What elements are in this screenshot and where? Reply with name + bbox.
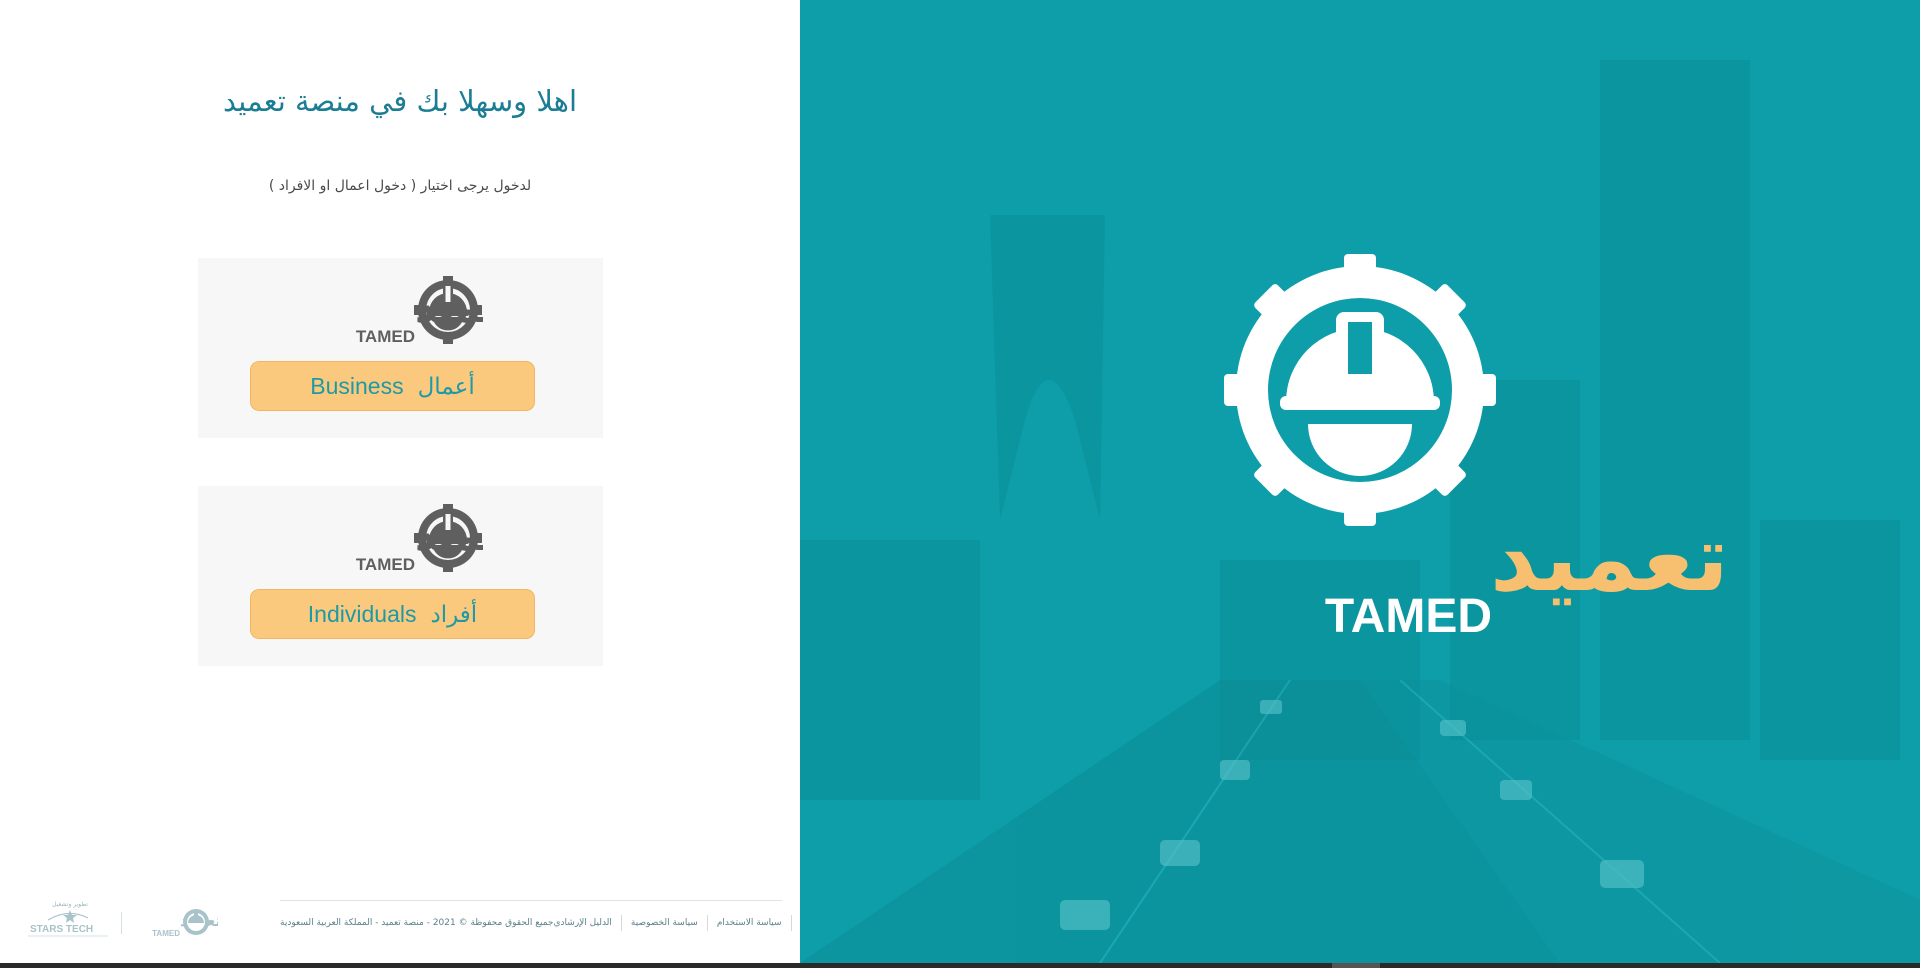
business-login-button[interactable]: Business أعمال bbox=[250, 361, 535, 411]
hero-english-brand: TAMED bbox=[1325, 590, 1492, 643]
footer-links: سياسة الاستخدام سياسة الخصوصية الدليل ال… bbox=[554, 915, 792, 931]
footer-separator bbox=[706, 915, 708, 931]
stars-tech-logo: STARS TECH bbox=[28, 910, 108, 937]
tamed-logo: تعميد TAMED bbox=[356, 276, 483, 346]
logo-arabic-text: تعميد bbox=[415, 514, 483, 560]
user-guide-link[interactable]: الدليل الإرشادي bbox=[554, 918, 612, 928]
developer-tagline: تطوير وتشغيل bbox=[52, 901, 88, 908]
horizontal-scrollbar[interactable] bbox=[0, 963, 1920, 968]
tamed-logo: تعميد TAMED bbox=[356, 504, 483, 574]
privacy-policy-link[interactable]: سياسة الخصوصية bbox=[631, 918, 698, 928]
welcome-title: اهلا وسهلا بك في منصة تعميد bbox=[222, 84, 578, 118]
footer-separator bbox=[620, 915, 622, 931]
hero-arabic-brand: تعميد bbox=[1490, 505, 1729, 612]
left-panel: اهلا وسهلا بك في منصة تعميد لدخول يرجى ا… bbox=[0, 0, 800, 963]
tamed-footer-logo: تعميد TAMED bbox=[152, 909, 218, 938]
individuals-arabic-label: أفراد bbox=[430, 600, 478, 627]
individuals-login-button[interactable]: Individuals أفراد bbox=[250, 589, 535, 639]
individuals-english-label: Individuals bbox=[307, 600, 417, 627]
logo-arabic-text: تعميد bbox=[415, 286, 483, 332]
footer: جميع الحقوق محفوظة © 2021 - منصة تعميد -… bbox=[280, 913, 792, 933]
usage-policy-link[interactable]: سياسة الاستخدام bbox=[717, 918, 782, 928]
business-login-card[interactable]: تعميد TAMED Business أعمال bbox=[198, 258, 603, 438]
hero-panel: تعميد TAMED bbox=[800, 0, 1920, 963]
logo-english-text: TAMED bbox=[356, 555, 415, 574]
business-arabic-label: أعمال bbox=[417, 372, 475, 399]
footer-separator bbox=[790, 915, 792, 931]
scrollbar-thumb[interactable] bbox=[1332, 963, 1380, 968]
footer-divider bbox=[280, 900, 782, 901]
business-english-label: Business bbox=[310, 372, 404, 399]
individuals-login-card[interactable]: تعميد TAMED Individuals أفراد bbox=[198, 486, 603, 666]
developer-name: STARS TECH bbox=[30, 924, 93, 935]
footer-logos: تطوير وتشغيل STARS TECH تعميد TAMED bbox=[28, 901, 218, 938]
login-instruction: لدخول يرجى اختيار ( دخول اعمال او الافرا… bbox=[268, 178, 532, 194]
svg-text:TAMED: TAMED bbox=[152, 929, 180, 938]
hardhat-gear-icon bbox=[183, 909, 209, 935]
hardhat-gear-icon bbox=[1224, 254, 1496, 526]
logo-english-text: TAMED bbox=[356, 327, 415, 346]
footer-copyright: جميع الحقوق محفوظة © 2021 - منصة تعميد -… bbox=[280, 918, 554, 928]
city-background: تعميد TAMED bbox=[800, 60, 1920, 963]
